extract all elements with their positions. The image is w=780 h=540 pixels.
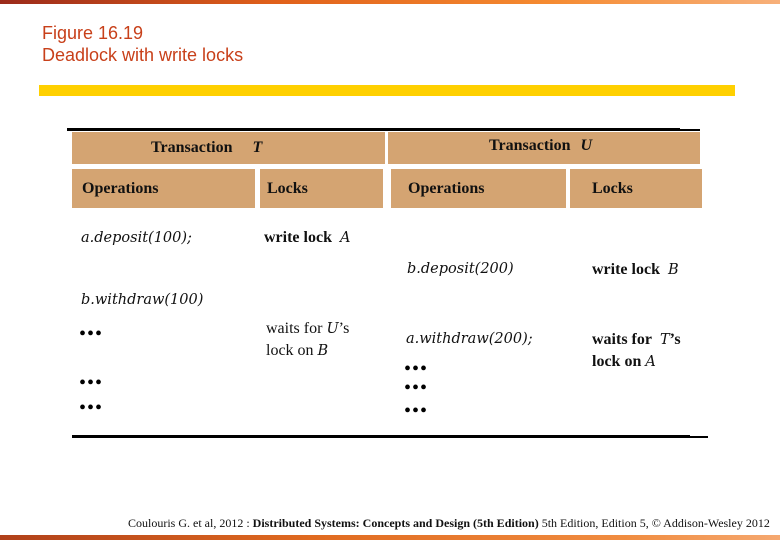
lock-object: A <box>339 230 351 246</box>
t-ellipsis-2: ••• <box>79 372 104 394</box>
citation-suffix: 5th Edition, Edition 5, © Addison-Wesley… <box>538 516 770 530</box>
column-header-u-locks: Locks <box>570 169 702 208</box>
transaction-u-label: Transaction <box>489 137 571 154</box>
u-operation-deposit: b.deposit(200) <box>407 261 514 277</box>
top-accent-border <box>0 0 780 4</box>
u-ellipsis-1: ••• <box>404 358 429 380</box>
lock-text: write lock <box>264 229 332 246</box>
u-ellipsis-3: ••• <box>404 400 429 422</box>
wait-transaction: T <box>659 332 670 348</box>
wait-suffix: ’s <box>669 331 681 348</box>
transaction-t-label: Transaction <box>151 139 233 156</box>
yellow-divider <box>39 85 735 96</box>
wait-text-2: lock on <box>592 353 642 370</box>
citation-footer: Coulouris G. et al, 2012 : Distributed S… <box>128 516 770 531</box>
figure-number: Figure 16.19 <box>42 23 144 43</box>
table-top-rule <box>67 128 680 131</box>
t-operation-withdraw: b.withdraw(100) <box>81 292 204 308</box>
u-ellipsis-2: ••• <box>404 377 429 399</box>
transaction-u-name: U <box>580 137 593 154</box>
wait-suffix: ’s <box>338 320 350 337</box>
lock-text: write lock <box>592 261 660 278</box>
wait-text: waits for <box>592 331 652 348</box>
column-header-u-operations: Operations <box>391 169 566 208</box>
wait-text: waits for <box>266 320 323 337</box>
transaction-t-name: T <box>252 139 263 156</box>
column-label: Locks <box>592 179 633 197</box>
column-label: Operations <box>82 179 159 197</box>
t-ellipsis-1: ••• <box>79 323 104 345</box>
column-label: Operations <box>408 179 485 197</box>
t-operation-deposit: a.deposit(100); <box>81 230 192 246</box>
transaction-t-header: Transaction T <box>72 132 385 164</box>
u-lock-write-b: write lock B <box>592 259 679 281</box>
wait-text-2: lock on <box>266 342 314 359</box>
u-lock-waits: waits for T’s lock on A <box>592 329 681 373</box>
column-label: Locks <box>267 179 308 197</box>
wait-transaction: U <box>326 321 339 337</box>
column-header-t-operations: Operations <box>72 169 255 208</box>
slide-title: Figure 16.19 Deadlock with write locks <box>42 22 243 66</box>
table-bottom-rule <box>72 435 690 438</box>
citation-prefix: Coulouris G. et al, 2012 : <box>128 516 253 530</box>
citation-book-title: Distributed Systems: Concepts and Design… <box>252 516 539 530</box>
column-header-t-locks: Locks <box>260 169 383 208</box>
u-operation-withdraw: a.withdraw(200); <box>406 331 533 347</box>
bottom-accent-border <box>0 535 780 540</box>
t-lock-waits: waits for U’s lock on B <box>266 318 349 362</box>
wait-object: A <box>645 354 656 370</box>
table-top-rule-extension <box>680 129 700 131</box>
table-bottom-rule-extension <box>690 436 708 438</box>
figure-caption: Deadlock with write locks <box>42 45 244 65</box>
t-lock-write-a: write lock A <box>264 227 350 249</box>
wait-object: B <box>317 343 329 359</box>
t-ellipsis-3: ••• <box>79 397 104 419</box>
transaction-u-header: Transaction U <box>388 132 700 164</box>
lock-object: B <box>667 262 679 278</box>
